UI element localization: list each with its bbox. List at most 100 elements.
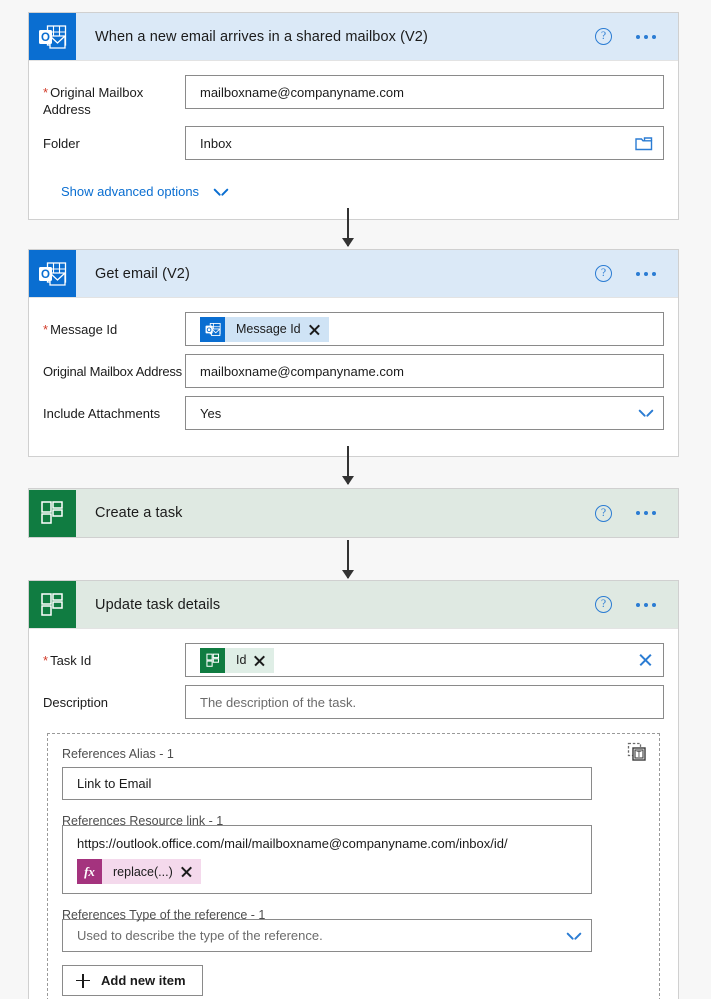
field-label-task-id: * Task Id: [43, 653, 92, 668]
help-icon[interactable]: ?: [595, 265, 612, 282]
token-body: Id: [225, 647, 275, 673]
input-value: mailboxname@companyname.com: [200, 363, 404, 379]
flow-step-card-trigger[interactable]: O When a new email arrives in a shared m…: [28, 12, 679, 220]
dropdown-value: Yes: [200, 405, 222, 421]
fx-icon: fx: [77, 859, 102, 884]
plus-icon: [76, 973, 90, 988]
more-options-icon[interactable]: [636, 511, 656, 515]
outlook-icon: O: [29, 250, 76, 297]
connector-get-email-to-create-task: [342, 446, 354, 485]
input-folder[interactable]: Inbox: [185, 126, 664, 160]
required-asterisk: *: [43, 85, 49, 100]
more-options-icon[interactable]: [636, 271, 656, 276]
field-label-original-mailbox-address: * Original Mailbox Address: [43, 85, 144, 117]
input-references-resource-link[interactable]: https://outlook.office.com/mail/mailboxn…: [62, 825, 592, 894]
connector-create-task-to-update-task: [342, 540, 354, 579]
planner-icon: [29, 489, 76, 537]
card-body-trigger: * Original Mailbox Address mailboxname@co…: [29, 61, 678, 219]
token-body: Message Id: [225, 316, 329, 342]
remove-token-icon[interactable]: [254, 655, 265, 666]
clear-field-icon[interactable]: [637, 652, 653, 668]
card-title-create-a-task: Create a task: [95, 505, 183, 521]
token-label: replace(...): [113, 864, 173, 879]
card-header-actions: ?: [595, 265, 678, 282]
field-row-message-id: * Message Id O Message Id: [43, 312, 664, 346]
card-header-create-a-task[interactable]: Create a task ?: [29, 489, 678, 537]
dynamic-content-token-message-id[interactable]: O Message Id: [200, 316, 329, 342]
input-value: Inbox: [200, 135, 232, 151]
show-advanced-options-link[interactable]: Show advanced options: [61, 184, 228, 199]
chevron-down-icon[interactable]: [639, 409, 653, 417]
label-references-alias: References Alias - 1: [62, 747, 174, 761]
required-asterisk: *: [43, 322, 49, 337]
field-row-task-id: * Task Id Id: [43, 643, 664, 677]
field-row-original-mailbox-address: Original Mailbox Address mailboxname@com…: [43, 354, 664, 388]
remove-token-icon[interactable]: [309, 324, 320, 335]
input-placeholder-text: The description of the task.: [200, 694, 357, 710]
token-label: Id: [236, 653, 247, 667]
field-label-include-attachments: Include Attachments: [43, 406, 161, 421]
field-label-message-id: * Message Id: [43, 322, 118, 337]
svg-text:T: T: [636, 749, 641, 759]
field-row-original-mailbox-address: * Original Mailbox Address mailboxname@co…: [43, 75, 664, 118]
outlook-token-icon: O: [200, 316, 225, 342]
expression-token-replace[interactable]: fx replace(...): [77, 859, 201, 884]
input-original-mailbox-address[interactable]: mailboxname@companyname.com: [185, 354, 664, 388]
card-header-get-email[interactable]: O Get email (V2) ?: [29, 250, 678, 298]
more-options-icon[interactable]: [636, 34, 656, 39]
field-label-folder: Folder: [43, 136, 80, 151]
input-original-mailbox-address[interactable]: mailboxname@companyname.com: [185, 75, 664, 109]
add-new-item-button[interactable]: Add new item: [62, 965, 203, 996]
connector-trigger-to-get-email: [342, 208, 354, 247]
input-references-alias[interactable]: Link to Email: [62, 767, 592, 800]
help-icon[interactable]: ?: [595, 28, 612, 45]
folder-icon[interactable]: [635, 136, 653, 151]
card-header-update-task-details[interactable]: Update task details ?: [29, 581, 678, 629]
dropdown-placeholder-text: Used to describe the type of the referen…: [77, 928, 323, 943]
field-row-description: Description The description of the task.: [43, 685, 664, 719]
arrow-head-icon: [342, 570, 354, 579]
arrow-head-icon: [342, 476, 354, 485]
field-row-folder: Folder Inbox: [43, 126, 664, 160]
field-label-original-mailbox-address: Original Mailbox Address: [43, 364, 182, 379]
field-label-description: Description: [43, 695, 109, 710]
svg-text:O: O: [206, 326, 211, 333]
card-title-trigger: When a new email arrives in a shared mai…: [95, 28, 428, 45]
planner-icon: [29, 581, 76, 628]
flow-step-card-create-a-task[interactable]: Create a task ?: [28, 488, 679, 538]
outlook-icon: O: [29, 13, 76, 60]
help-icon[interactable]: ?: [595, 504, 612, 522]
card-title-update-task-details: Update task details: [95, 596, 221, 613]
card-header-trigger[interactable]: O When a new email arrives in a shared m…: [29, 13, 678, 61]
delete-item-icon[interactable]: T: [627, 742, 647, 762]
token-body: replace(...): [102, 859, 201, 884]
references-array-item: T References Alias - 1 Link to Email Ref…: [47, 733, 660, 999]
chevron-down-icon[interactable]: [567, 932, 581, 940]
input-description[interactable]: The description of the task.: [185, 685, 664, 719]
more-options-icon[interactable]: [636, 602, 656, 607]
flow-step-card-update-task-details[interactable]: Update task details ? * Task Id Id Descr…: [28, 580, 679, 999]
input-value: mailboxname@companyname.com: [200, 84, 404, 100]
chevron-down-icon: [214, 188, 228, 196]
svg-text:O: O: [41, 269, 50, 281]
card-title-get-email: Get email (V2): [95, 265, 190, 282]
input-task-id[interactable]: Id: [185, 643, 664, 677]
input-value: Link to Email: [77, 776, 152, 791]
svg-text:O: O: [41, 32, 50, 44]
dropdown-references-type-of-the-reference[interactable]: Used to describe the type of the referen…: [62, 919, 592, 952]
flow-designer-canvas: O When a new email arrives in a shared m…: [0, 0, 711, 999]
input-message-id[interactable]: O Message Id: [185, 312, 664, 346]
required-asterisk: *: [43, 653, 49, 668]
token-label: Message Id: [236, 322, 301, 336]
remove-token-icon[interactable]: [181, 866, 192, 877]
resource-link-url-text: https://outlook.office.com/mail/mailboxn…: [77, 836, 508, 851]
dropdown-include-attachments[interactable]: Yes: [185, 396, 664, 430]
help-icon[interactable]: ?: [595, 596, 612, 613]
card-body-get-email: * Message Id O Message Id Original Mailb…: [29, 298, 678, 456]
dynamic-content-token-id[interactable]: Id: [200, 647, 631, 673]
card-header-actions: ?: [595, 28, 678, 45]
add-new-item-label: Add new item: [101, 973, 186, 988]
arrow-head-icon: [342, 238, 354, 247]
flow-step-card-get-email[interactable]: O Get email (V2) ? * Message Id O Messag…: [28, 249, 679, 457]
card-header-actions: ?: [595, 596, 678, 613]
